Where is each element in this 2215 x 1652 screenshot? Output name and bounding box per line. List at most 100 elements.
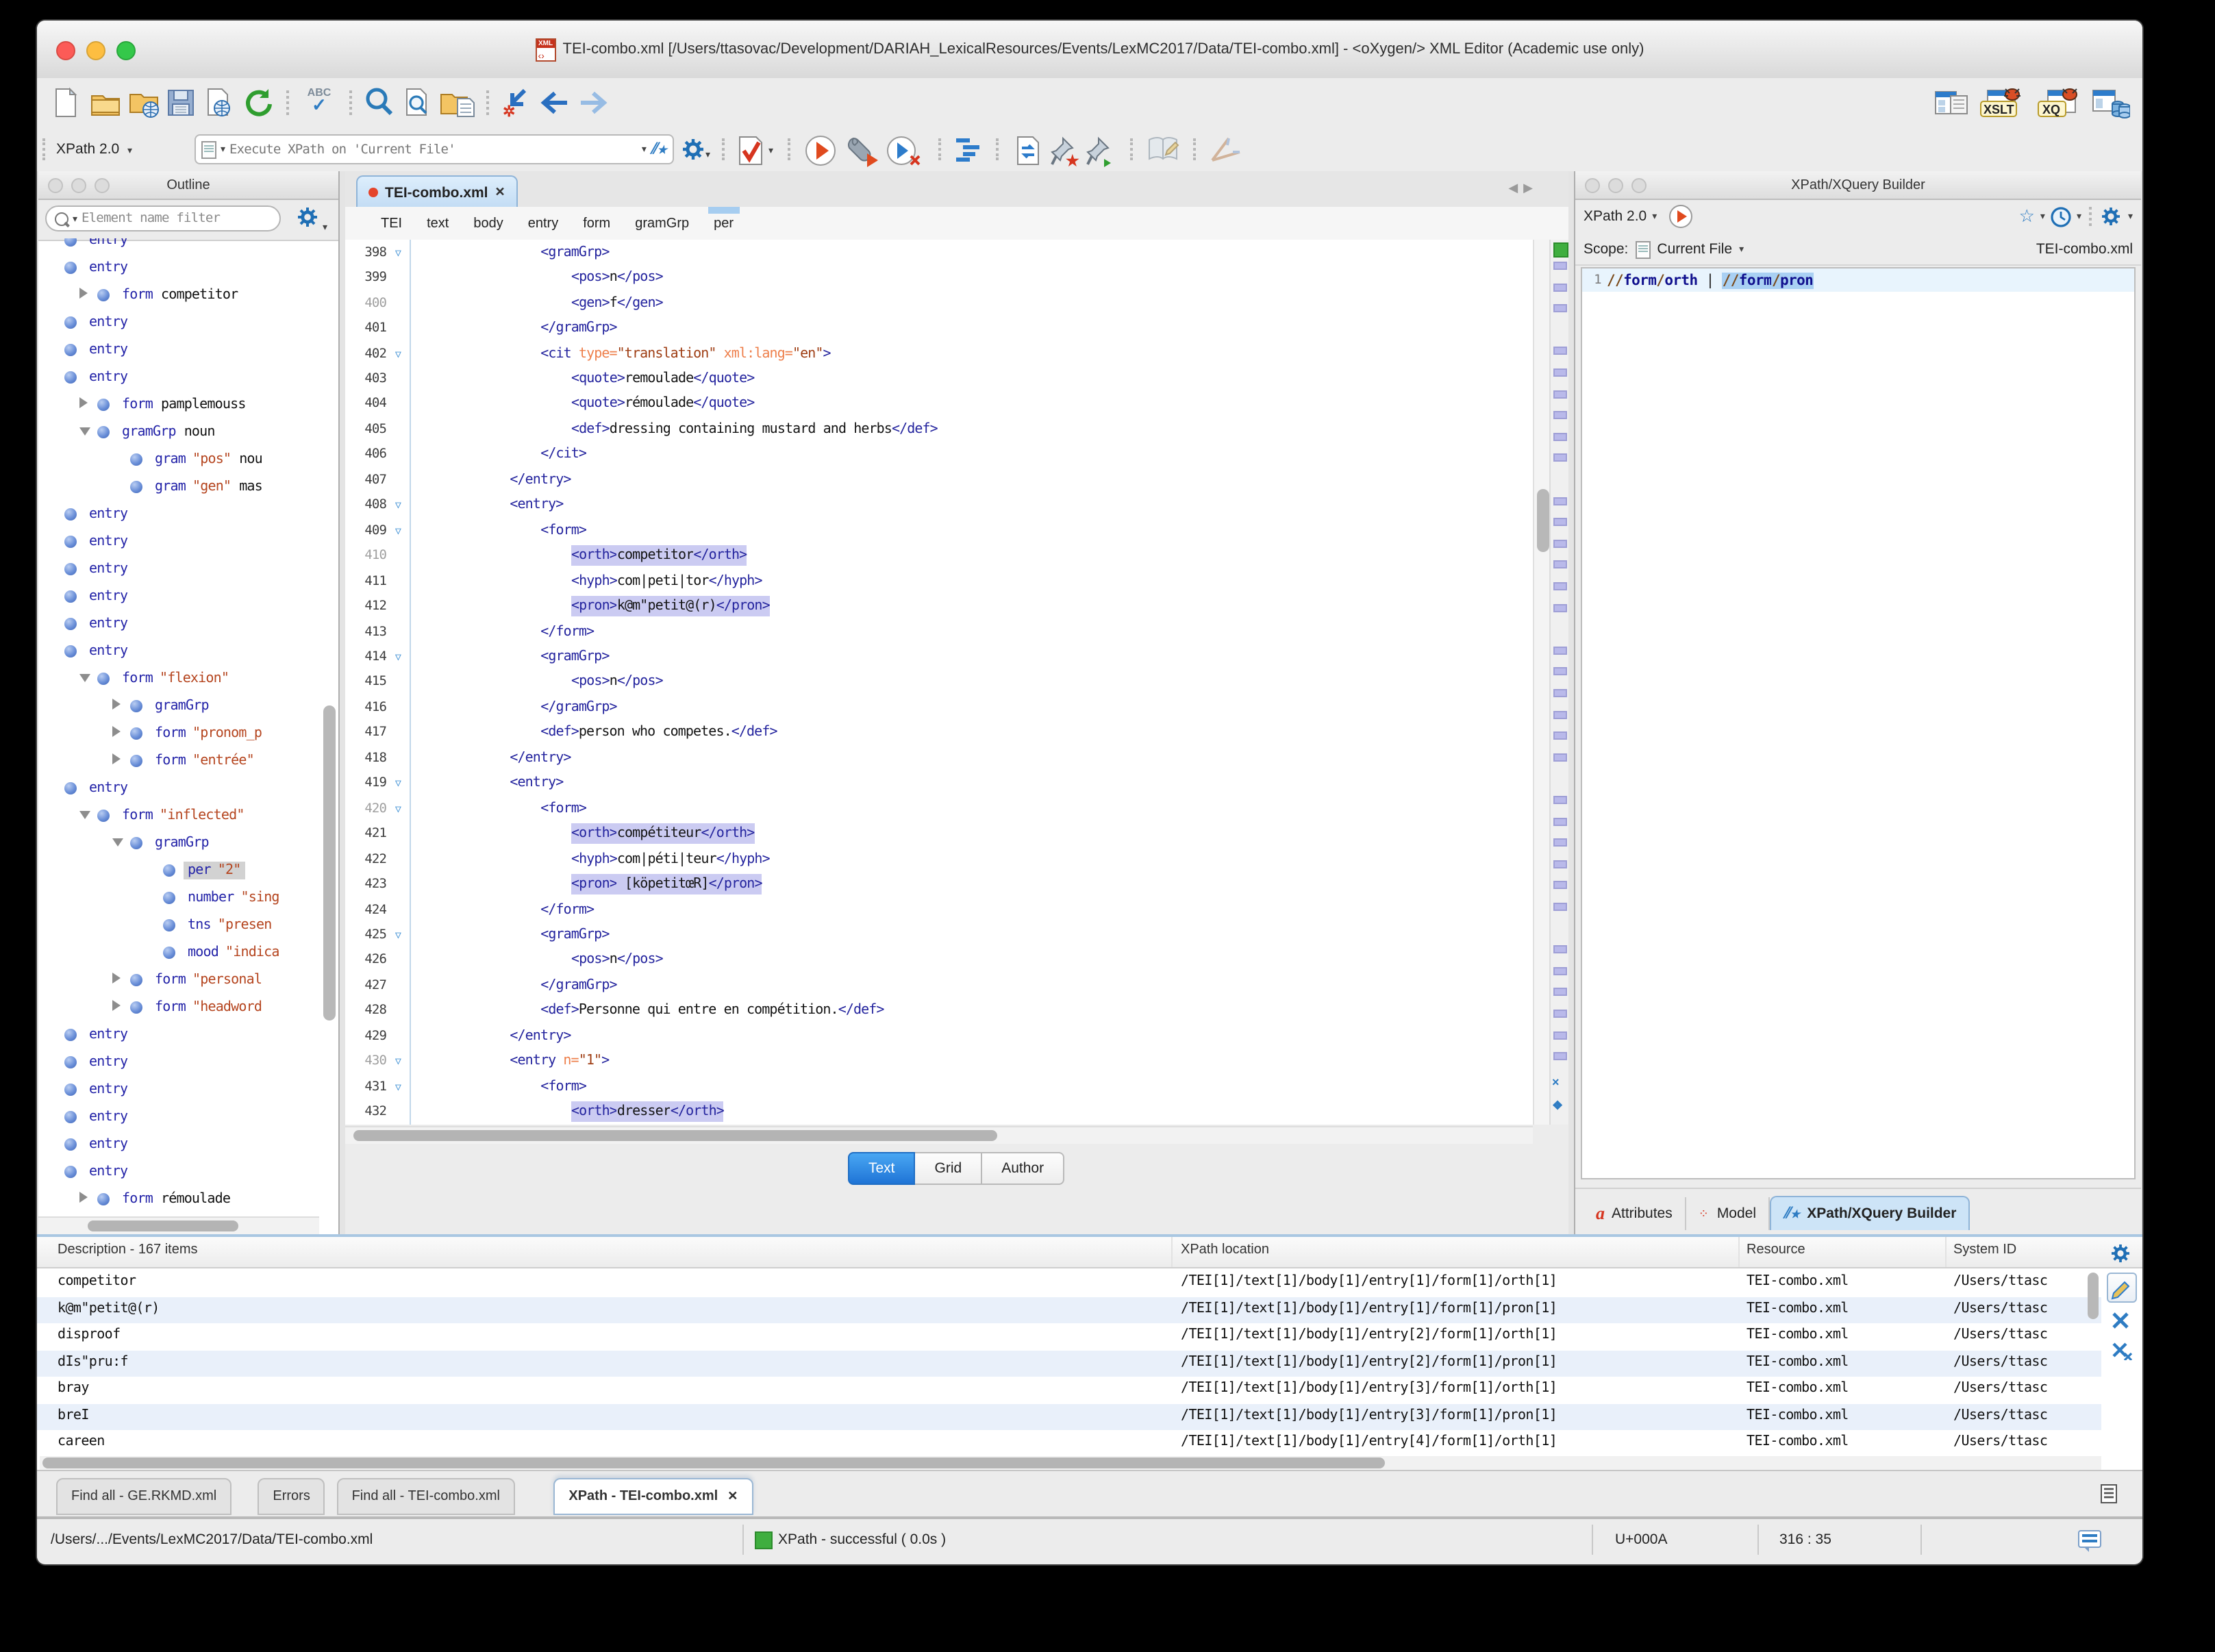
overview-ruler[interactable]: × ❖ [1549,240,1568,1125]
xpath-builder-toggle-icon[interactable]: ⫽★ [651,140,667,158]
outline-item-gram[interactable]: gram "pos" nou [38,445,319,473]
breadcrumb-item-gramGrp[interactable]: gramGrp [635,216,689,231]
expand-icon[interactable] [79,287,92,302]
mode-tab-grid[interactable]: Grid [915,1152,983,1185]
editor-line-421[interactable]: 421 <orth>compétiteur</orth> [345,821,1533,847]
outline-item-entry[interactable]: entry [38,308,319,336]
outline-item-entry[interactable]: entry [38,500,319,527]
collapse-icon[interactable] [79,424,92,439]
result-marker[interactable] [1553,817,1567,826]
editor-line-410[interactable]: 410 <orth>competitor</orth> [345,543,1533,568]
results-header[interactable]: Description - 167 items XPath location R… [37,1237,2142,1268]
expand-icon[interactable] [112,999,125,1014]
panel-tab-model[interactable]: ⁘ Model [1686,1197,1770,1230]
outline-item-entry[interactable]: entry [38,1103,319,1130]
search-icon[interactable] [363,86,396,119]
result-marker[interactable] [1553,411,1567,420]
expand-icon[interactable] [112,972,125,987]
favorites-star-icon[interactable]: ☆ [2019,205,2035,227]
breadcrumb-item-TEI[interactable]: TEI [381,216,402,231]
close-all-results-icon[interactable] [2111,1341,2133,1360]
result-marker[interactable] [1553,838,1567,847]
titlebar[interactable]: TEI-combo.xml [/Users/ttasovac/Developme… [37,21,2142,79]
outline-item-gramGrp[interactable]: gramGrp noun [38,418,319,445]
editor-line-417[interactable]: 417 <def>person who competes.</def> [345,720,1533,745]
apply-transformation-button[interactable] [804,134,837,167]
editor-vertical-scrollbar[interactable] [1533,240,1551,1125]
outline-item-form[interactable]: form "headword [38,993,319,1021]
result-marker[interactable] [1553,988,1567,997]
outline-item-per[interactable]: per "2" [38,856,319,884]
element-filter-input[interactable]: ▾ Element name filter [45,205,281,231]
editor-line-409[interactable]: 409 ▽ <form> [345,518,1533,543]
outline-item-entry[interactable]: entry [38,1157,319,1185]
xpath-version-select[interactable]: XPath 2.0 [56,141,119,158]
editor-line-408[interactable]: 408 ▽ <entry> [345,492,1533,518]
fold-toggle-icon[interactable]: ▽ [386,347,410,360]
view-menu-icon[interactable] [2100,1484,2118,1504]
outline-item-form[interactable]: form competitor [38,281,319,308]
editor-line-403[interactable]: 403 <quote>remoulade</quote> [345,366,1533,392]
expand-icon[interactable] [112,725,125,740]
outline-vertical-scrollbar[interactable] [323,705,336,1021]
outline-item-form[interactable]: form "personal [38,966,319,993]
editor-line-405[interactable]: 405 <def>dressing containing mustard and … [345,416,1533,442]
result-marker[interactable] [1553,710,1567,719]
result-marker[interactable] [1553,283,1567,292]
outline-item-form[interactable]: form "flexion" [38,664,319,692]
panel-tab-xpath-xquery-builder[interactable]: ⫽★ XPath/XQuery Builder [1770,1196,1970,1230]
outline-item-entry[interactable]: entry [38,1075,319,1103]
collapse-icon[interactable] [79,808,92,823]
editor-line-420[interactable]: 420 ▽ <form> [345,796,1533,821]
close-tab-icon[interactable]: ✕ [495,185,505,200]
open-folder-button[interactable] [89,86,122,119]
result-marker[interactable] [1553,582,1567,590]
result-marker[interactable] [1553,1010,1567,1018]
builder-settings-gear-icon[interactable] [2101,205,2123,227]
debug-xq-icon[interactable]: XQ [2037,86,2081,119]
xml-refactoring-icon[interactable] [1012,134,1045,167]
outline-item-number[interactable]: number "sing [38,884,319,911]
result-row[interactable]: careen/TEI[1]/text[1]/body[1]/entry[4]/f… [37,1430,2101,1457]
editor-line-407[interactable]: 407 </entry> [345,467,1533,492]
outline-item-entry[interactable]: entry [38,336,319,363]
result-row[interactable]: breI/TEI[1]/text[1]/body[1]/entry[3]/for… [37,1403,2101,1430]
result-marker[interactable] [1553,667,1567,676]
angle-tool-icon[interactable] [1210,136,1242,163]
tab-scroll-arrows-icon[interactable]: ◀▶ [1508,181,1538,196]
results-vertical-scrollbar[interactable] [2088,1273,2099,1319]
editor-line-425[interactable]: 425 ▽ <gramGrp> [345,922,1533,947]
xpath-settings-gear-icon[interactable] [681,137,705,162]
builder-header[interactable]: XPath/XQuery Builder [1575,171,2141,200]
result-row[interactable]: disproof/TEI[1]/text[1]/body[1]/entry[2]… [37,1323,2101,1350]
save-url-button[interactable] [204,86,237,119]
breadcrumb-item-entry[interactable]: entry [528,216,558,231]
editor-line-398[interactable]: 398 ▽ <gramGrp> [345,240,1533,265]
outline-item-entry[interactable]: entry [38,527,319,555]
editor-layout-icon[interactable] [1934,86,1968,119]
editor-line-399[interactable]: 399 <pos>n</pos> [345,265,1533,290]
fold-toggle-icon[interactable]: ▽ [386,499,410,512]
fold-toggle-icon[interactable]: ▽ [386,1080,410,1092]
editor-line-422[interactable]: 422 <hyph>com|péti|teur</hyph> [345,847,1533,872]
editor-line-413[interactable]: 413 </form> [345,619,1533,644]
builder-run-button[interactable] [1668,204,1692,229]
fold-toggle-icon[interactable]: ▽ [386,651,410,663]
pin-bookmark-green-icon[interactable] [1086,134,1116,167]
result-marker[interactable] [1553,347,1567,355]
find-in-files-button[interactable] [401,86,434,119]
outline-item-form[interactable]: form pamplemouss [38,390,319,418]
editor-line-423[interactable]: 423 <pron> [köpetitœR]</pron> [345,872,1533,897]
editor-line-400[interactable]: 400 <gen>f</gen> [345,290,1533,316]
ruler-filter-icon[interactable]: ❖ [1552,1099,1563,1114]
outline-header[interactable]: Outline [38,171,338,200]
new-file-button[interactable] [51,86,84,119]
panel-tab-attributes[interactable]: a Attributes [1584,1197,1686,1230]
expand-icon[interactable] [112,753,125,768]
outline-item-form[interactable]: form rémoulade [38,1185,319,1212]
result-marker[interactable] [1553,966,1567,975]
result-marker[interactable] [1553,945,1567,954]
result-marker[interactable] [1553,560,1567,569]
result-marker[interactable] [1553,539,1567,548]
editor-line-424[interactable]: 424 </form> [345,897,1533,923]
